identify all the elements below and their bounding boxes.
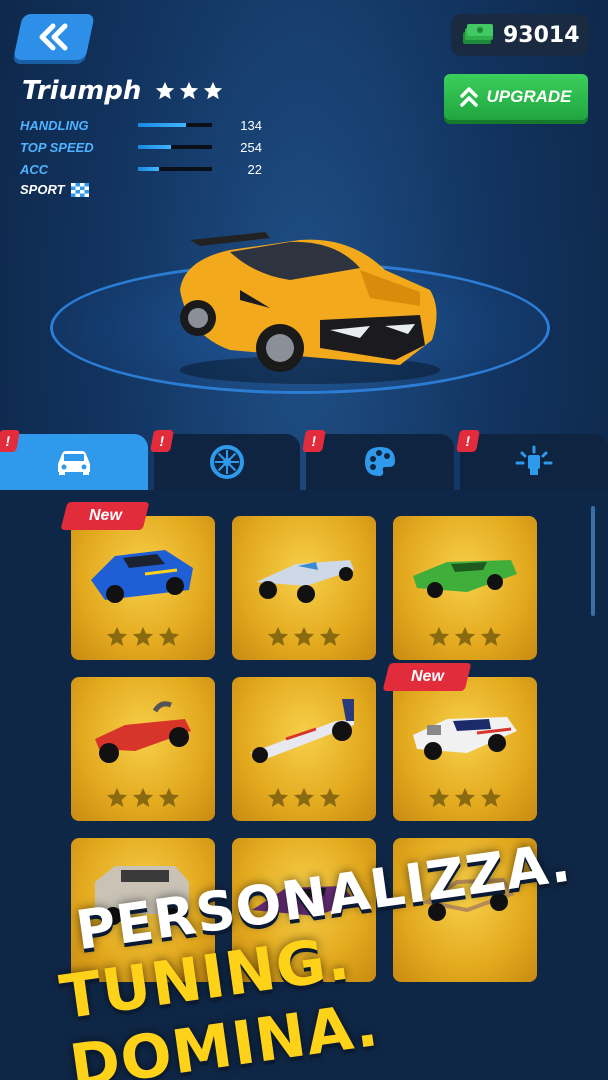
car-star-rating [155, 81, 223, 101]
new-badge-label: New [88, 507, 122, 524]
car-class-label: SPORT [20, 182, 65, 197]
notification-badge: ! [150, 430, 174, 452]
car-thumbnail [250, 699, 354, 763]
star-icon [293, 787, 315, 807]
new-badge-label: New [410, 668, 444, 685]
car-icon [58, 451, 90, 475]
card-star-rating [71, 626, 215, 648]
tab-cars[interactable]: ! [0, 430, 148, 490]
star-icon [267, 787, 289, 807]
star-icon [132, 626, 154, 646]
star-icon [480, 626, 502, 646]
tab-wheels[interactable]: ! [150, 430, 300, 490]
star-icon [319, 626, 341, 646]
notification-badge: ! [302, 430, 326, 452]
star-icon [132, 787, 154, 807]
stat-bar [138, 167, 212, 171]
car-class: SPORT [20, 182, 262, 197]
stat-value: 254 [240, 139, 262, 155]
currency-amount: 93014 [503, 22, 580, 48]
star-icon [319, 787, 341, 807]
stat-label: HANDLING [20, 117, 89, 133]
car-card[interactable] [393, 677, 537, 821]
star-icon [158, 626, 180, 646]
car-card[interactable] [71, 516, 215, 660]
star-icon [156, 81, 175, 100]
car-stats: HANDLING 134 TOP SPEED 254 ACC 22 SPORT [20, 114, 262, 198]
car-thumbnail [413, 717, 517, 760]
notification-badge: ! [0, 430, 20, 452]
car-thumbnail [256, 560, 354, 603]
stat-bar-fill [138, 123, 187, 127]
tab-paint[interactable]: ! [302, 430, 454, 490]
car-card[interactable] [393, 516, 537, 660]
card-star-rating [393, 787, 537, 809]
car-card[interactable] [232, 677, 376, 821]
stat-bar-fill [138, 145, 172, 149]
notification-badge: ! [456, 430, 480, 452]
checkered-flag-icon [70, 182, 89, 197]
star-icon [454, 626, 476, 646]
cash-stack-icon [463, 24, 493, 44]
car-thumbnail [95, 701, 191, 763]
stat-value: 22 [247, 161, 262, 177]
new-badge: New [60, 502, 150, 530]
card-star-rating [232, 787, 376, 809]
star-icon [180, 81, 199, 100]
palette-icon [365, 447, 395, 476]
star-icon [106, 787, 128, 807]
category-tabs: ! ! ! ! [0, 430, 608, 490]
selected-car-image[interactable] [170, 220, 450, 390]
car-title: Triumph [22, 76, 223, 106]
stat-value: 134 [240, 117, 262, 133]
tab-lights[interactable]: ! [456, 430, 608, 490]
back-button[interactable] [13, 14, 95, 60]
stat-bar [138, 145, 212, 149]
star-icon [106, 626, 128, 646]
card-star-rating [393, 626, 537, 648]
currency-display[interactable]: 93014 [451, 14, 589, 56]
star-icon [454, 787, 476, 807]
star-icon [480, 787, 502, 807]
star-icon [428, 787, 450, 807]
light-icon [515, 445, 553, 475]
card-star-rating [71, 787, 215, 809]
card-star-rating [232, 626, 376, 648]
star-icon [158, 787, 180, 807]
stat-label: ACC [20, 161, 49, 177]
stat-handling: HANDLING 134 [20, 114, 262, 136]
promo-banner: PERSONALIZZA. TUNING. DOMINA. [0, 831, 608, 1080]
car-card[interactable] [71, 677, 215, 821]
upgrade-label: UPGRADE [486, 87, 572, 106]
stat-top-speed: TOP SPEED 254 [20, 136, 262, 158]
stat-acc: ACC 22 [20, 158, 262, 180]
car-thumbnail [413, 560, 517, 598]
car-card[interactable] [232, 516, 376, 660]
star-icon [204, 81, 223, 100]
star-icon [428, 626, 450, 646]
star-icon [293, 626, 315, 646]
star-icon [267, 626, 289, 646]
double-chevron-up-icon [460, 87, 479, 107]
car-name: Triumph [22, 76, 142, 106]
wheel-icon [210, 445, 244, 479]
stat-label: TOP SPEED [20, 139, 94, 155]
car-thumbnail [91, 550, 193, 603]
stat-bar [138, 123, 212, 127]
car-details-panel: 93014 Triumph HANDLING 134 TOP SPEED 254… [0, 0, 608, 430]
double-chevron-left-icon [39, 23, 68, 51]
scrollbar[interactable] [591, 506, 595, 616]
stat-bar-fill [138, 167, 159, 171]
upgrade-button[interactable]: UPGRADE [444, 74, 588, 120]
new-badge: New [382, 663, 472, 691]
